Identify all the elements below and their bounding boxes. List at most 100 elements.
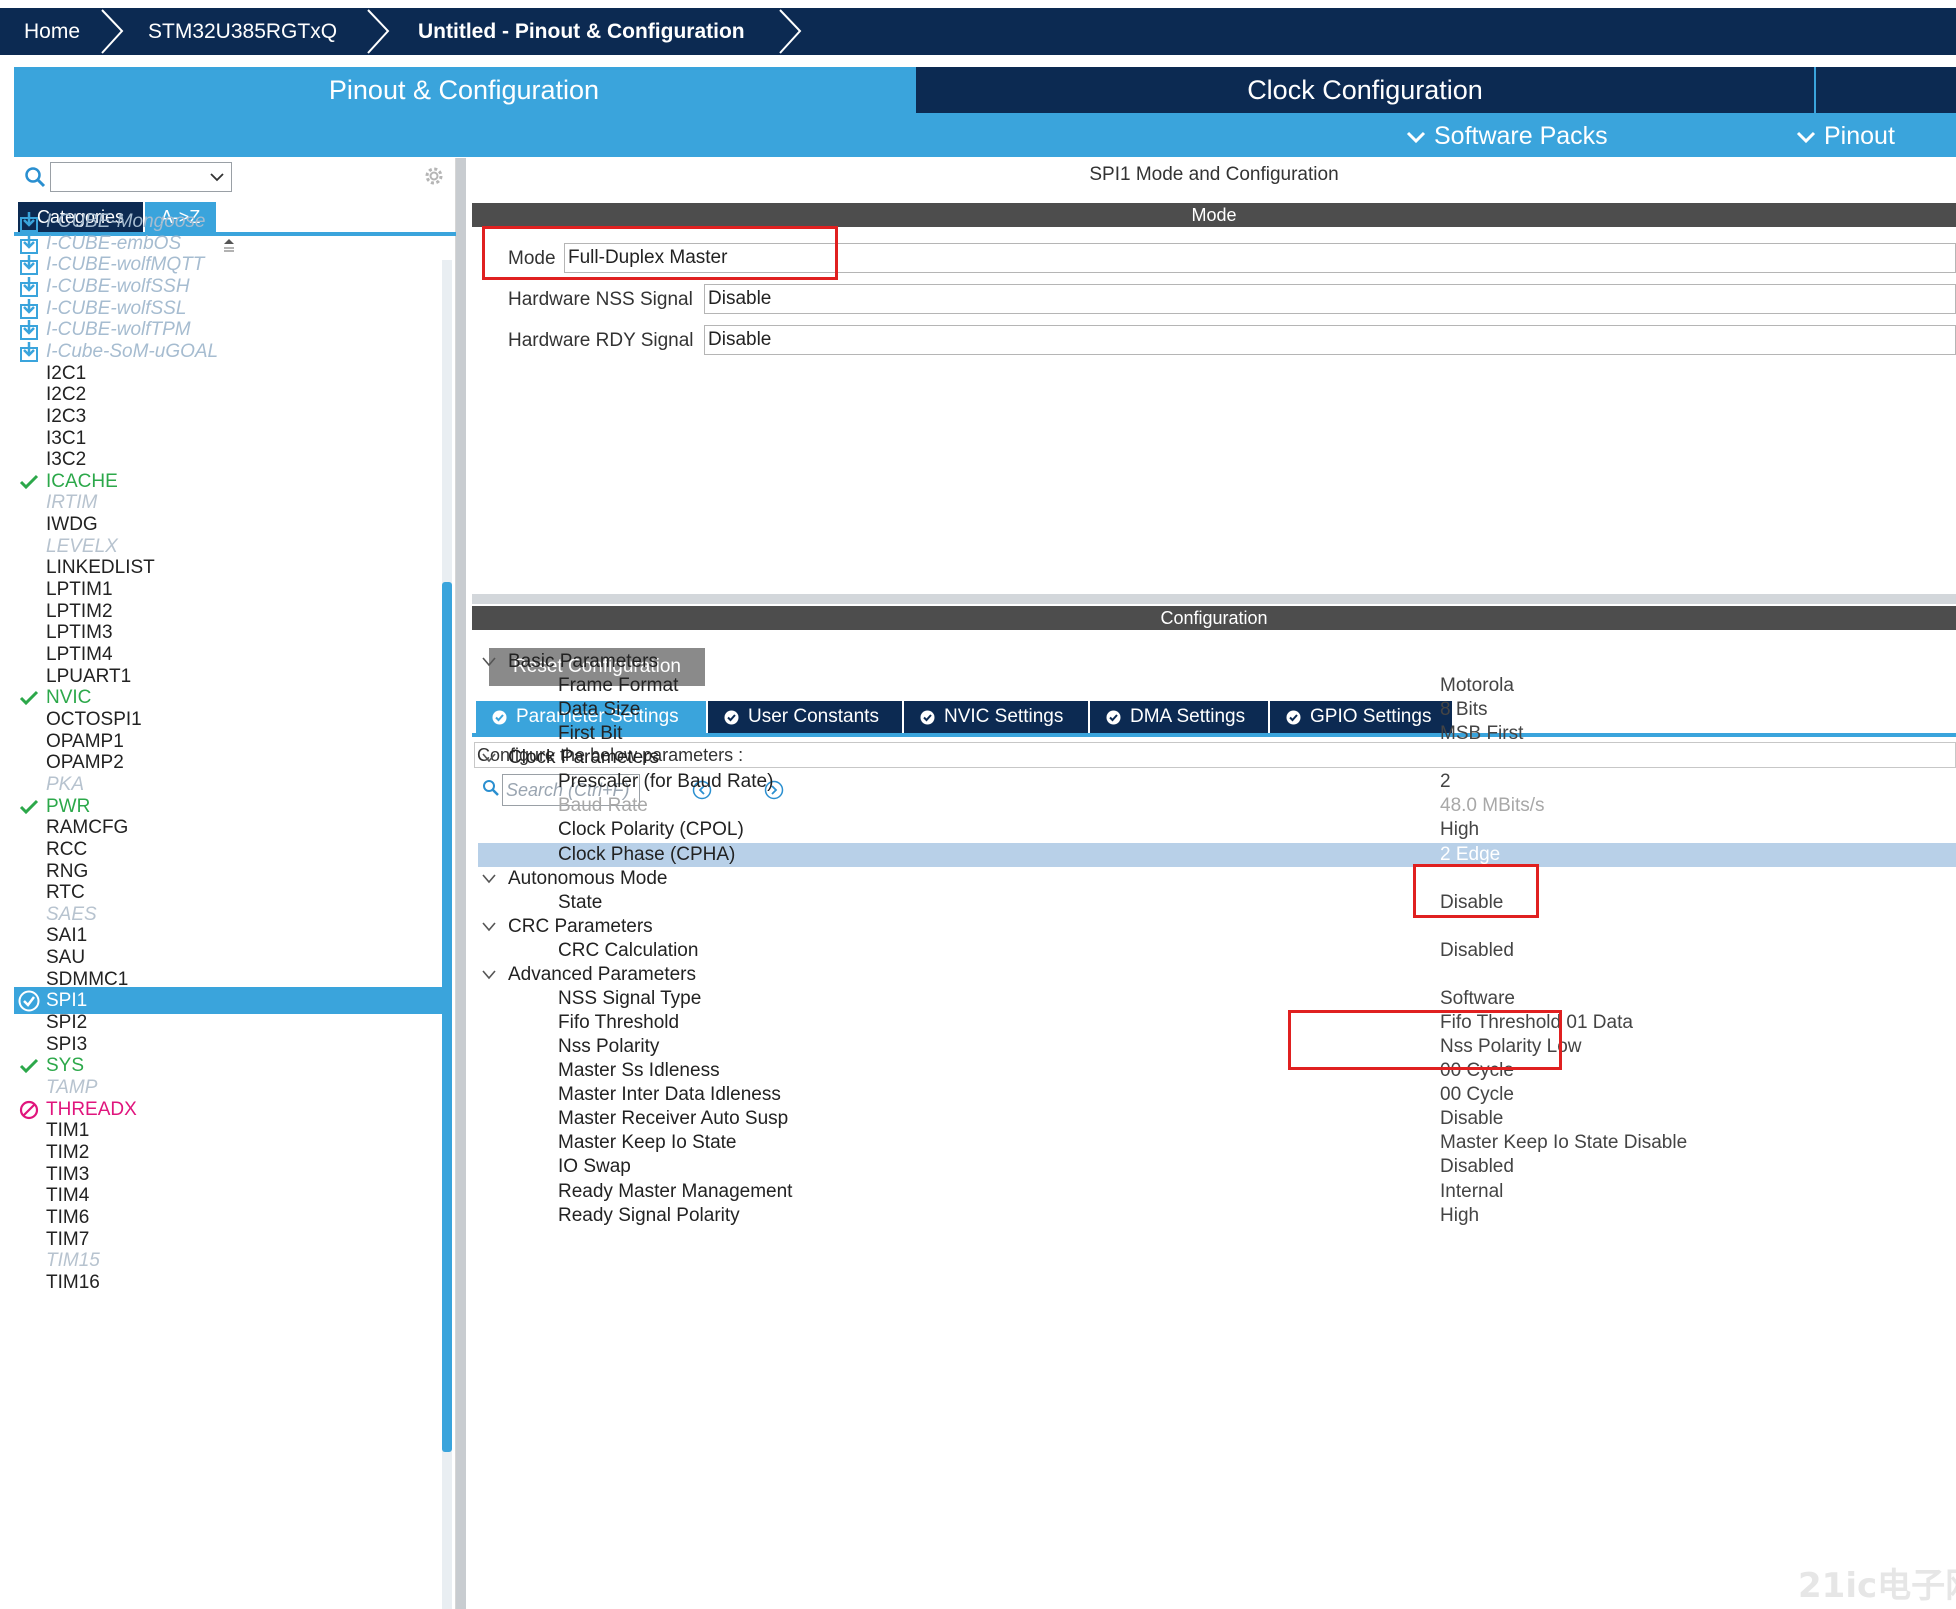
- hardware-rdy-select[interactable]: Disable: [704, 325, 1956, 355]
- tab-clock-configuration[interactable]: Clock Configuration: [916, 67, 1814, 113]
- param-name: Fifo Threshold: [558, 1012, 680, 1033]
- param-value[interactable]: 48.0 MBits/s: [1440, 794, 1545, 818]
- param-group-crc-parameters[interactable]: CRC Parameters: [478, 915, 1956, 939]
- param-name: State: [558, 892, 603, 913]
- param-row-state[interactable]: State Disable: [478, 891, 1956, 915]
- hardware-nss-label: Hardware NSS Signal: [508, 289, 693, 310]
- param-value[interactable]: High: [1440, 1204, 1479, 1228]
- param-name: Clock Phase (CPHA): [558, 844, 736, 865]
- param-row-nss-polarity[interactable]: Nss Polarity Nss Polarity Low: [478, 1035, 1956, 1059]
- param-value[interactable]: Disable: [1440, 1107, 1503, 1131]
- param-value[interactable]: Master Keep Io State Disable: [1440, 1131, 1687, 1155]
- component-item-tim16[interactable]: TIM16: [14, 1269, 442, 1296]
- param-row-master-ss-idleness[interactable]: Master Ss Idleness 00 Cycle: [478, 1059, 1956, 1083]
- chevron-down-icon[interactable]: [482, 921, 496, 933]
- param-group-clock-parameters[interactable]: Clock Parameters: [478, 746, 1956, 770]
- gear-icon[interactable]: [422, 164, 446, 188]
- highlight-box-data-format: [1413, 864, 1539, 918]
- param-value[interactable]: High: [1440, 818, 1479, 842]
- param-row-frame-format[interactable]: Frame Format Motorola: [478, 674, 1956, 698]
- param-row-clock-phase-cpha[interactable]: Clock Phase (CPHA) 2 Edge: [478, 843, 1956, 867]
- param-row-master-receiver-auto-susp[interactable]: Master Receiver Auto Susp Disable: [478, 1107, 1956, 1131]
- param-group-autonomous-mode[interactable]: Autonomous Mode: [478, 867, 1956, 891]
- param-name: Data Size: [558, 699, 641, 720]
- param-name: Master Receiver Auto Susp: [558, 1108, 789, 1129]
- param-name: Ready Signal Polarity: [558, 1205, 740, 1226]
- mode-section-header: Mode: [472, 203, 1956, 227]
- param-name: Clock Polarity (CPOL): [558, 819, 744, 840]
- chevron-down-icon[interactable]: [482, 656, 496, 668]
- param-group-advanced-parameters[interactable]: Advanced Parameters: [478, 963, 1956, 987]
- param-row-clock-polarity-cpol[interactable]: Clock Polarity (CPOL) High: [478, 818, 1956, 842]
- breadcrumb-separator-icon: [101, 9, 124, 54]
- param-row-master-keep-io-state[interactable]: Master Keep Io State Master Keep Io State…: [478, 1131, 1956, 1155]
- param-row-first-bit[interactable]: First Bit MSB First: [478, 722, 1956, 746]
- component-label: TIM16: [46, 1272, 100, 1293]
- panel-splitter[interactable]: [456, 158, 466, 1609]
- chevron-down-icon[interactable]: [482, 873, 496, 885]
- param-name: Ready Master Management: [558, 1181, 793, 1202]
- param-value[interactable]: 00 Cycle: [1440, 1083, 1514, 1107]
- param-name: First Bit: [558, 723, 623, 744]
- component-search-input[interactable]: [50, 162, 232, 192]
- section-separator: [472, 594, 1956, 604]
- chevron-down-icon[interactable]: [482, 752, 496, 764]
- param-name: Frame Format: [558, 675, 679, 696]
- param-row-ready-master-management[interactable]: Ready Master Management Internal: [478, 1180, 1956, 1204]
- param-row-ready-signal-polarity[interactable]: Ready Signal Polarity High: [478, 1204, 1956, 1228]
- param-name: Master Ss Idleness: [558, 1060, 720, 1081]
- breadcrumb: Home STM32U385RGTxQ Untitled - Pinout & …: [0, 8, 1956, 55]
- tab-pinout-configuration[interactable]: Pinout & Configuration: [14, 67, 914, 113]
- param-row-fifo-threshold[interactable]: Fifo Threshold Fifo Threshold 01 Data: [478, 1011, 1956, 1035]
- param-row-nss-signal-type[interactable]: NSS Signal Type Software: [478, 987, 1956, 1011]
- param-row-master-inter-data-idleness[interactable]: Master Inter Data Idleness 00 Cycle: [478, 1083, 1956, 1107]
- search-icon[interactable]: [24, 166, 46, 188]
- param-group-basic-parameters[interactable]: Basic Parameters: [478, 650, 1956, 674]
- main-tab-bar: Pinout & Configuration Clock Configurati…: [14, 67, 1956, 157]
- spi1-config-panel: SPI1 Mode and Configuration Mode Mode Fu…: [472, 158, 1956, 1609]
- chevron-down-icon[interactable]: [482, 969, 496, 981]
- param-name: IO Swap: [558, 1156, 631, 1177]
- pinout-menu-label: Pinout: [1824, 122, 1895, 150]
- pinout-menu[interactable]: Pinout: [1796, 117, 1895, 155]
- param-name: NSS Signal Type: [558, 988, 702, 1009]
- param-name: Baud Rate: [558, 795, 648, 816]
- param-value[interactable]: Disabled: [1440, 1155, 1514, 1179]
- chevron-down-icon[interactable]: [209, 169, 225, 185]
- breadcrumb-project[interactable]: Untitled - Pinout & Configuration: [418, 8, 745, 55]
- param-name: Master Inter Data Idleness: [558, 1084, 781, 1105]
- software-packs-label: Software Packs: [1434, 122, 1608, 150]
- breadcrumb-separator-icon: [779, 9, 802, 54]
- param-value[interactable]: Software: [1440, 987, 1515, 1011]
- param-row-io-swap[interactable]: IO Swap Disabled: [478, 1155, 1956, 1179]
- tab-more[interactable]: [1816, 67, 1956, 113]
- software-packs-menu[interactable]: Software Packs: [1406, 117, 1608, 155]
- group-label: Basic Parameters: [508, 651, 658, 672]
- param-row-crc-calculation[interactable]: CRC Calculation Disabled: [478, 939, 1956, 963]
- component-list-panel: Categories A->Z I-CUBE-Mongoose I-CUBE-em…: [14, 158, 456, 1609]
- param-row-prescaler-for-baud-rate[interactable]: Prescaler (for Baud Rate) 2: [478, 770, 1956, 794]
- param-row-data-size[interactable]: Data Size 8 Bits: [478, 698, 1956, 722]
- hardware-nss-select[interactable]: Disable: [704, 284, 1956, 314]
- breadcrumb-device[interactable]: STM32U385RGTxQ: [148, 8, 337, 55]
- hardware-rdy-label: Hardware RDY Signal: [508, 330, 694, 351]
- breadcrumb-home[interactable]: Home: [24, 8, 80, 55]
- scrollbar-thumb[interactable]: [442, 582, 452, 1452]
- highlight-box-clock-mode: [1288, 1010, 1562, 1070]
- param-name: Nss Polarity: [558, 1036, 660, 1057]
- highlight-box-mode: [482, 226, 838, 280]
- panel-title: SPI1 Mode and Configuration: [1089, 164, 1339, 185]
- param-value[interactable]: 2: [1440, 770, 1451, 794]
- param-value[interactable]: Motorola: [1440, 674, 1514, 698]
- group-label: Clock Parameters: [508, 747, 659, 768]
- param-name: CRC Calculation: [558, 940, 699, 961]
- param-value[interactable]: Disabled: [1440, 939, 1514, 963]
- param-value[interactable]: Internal: [1440, 1180, 1503, 1204]
- param-value[interactable]: MSB First: [1440, 722, 1523, 746]
- group-label: CRC Parameters: [508, 916, 653, 937]
- param-row-baud-rate[interactable]: Baud Rate 48.0 MBits/s: [478, 794, 1956, 818]
- watermark-logo: 21ic电子网: [1798, 1566, 1956, 1606]
- param-value[interactable]: 8 Bits: [1440, 698, 1488, 722]
- group-label: Autonomous Mode: [508, 868, 668, 889]
- group-label: Advanced Parameters: [508, 964, 696, 985]
